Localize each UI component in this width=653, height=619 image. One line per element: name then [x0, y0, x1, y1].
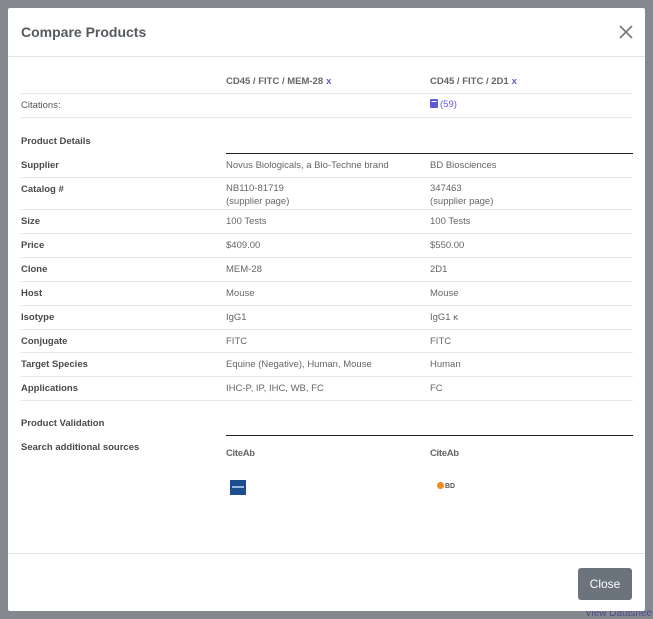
- species-value-1: Equine (Negative), Human, Mouse: [226, 359, 372, 370]
- product-1-name: CD45 / FITC / MEM-28: [226, 76, 324, 87]
- modal-title: Compare Products: [21, 24, 147, 40]
- supplier-row: Supplier Novus Biologicals, a Bio-Techne…: [21, 154, 633, 178]
- isotype-value-1: IgG1: [226, 312, 247, 323]
- bd-logo-link[interactable]: BD: [437, 482, 455, 490]
- row-label: Price: [21, 240, 45, 251]
- catalog-value-1: NB110-81719: [226, 183, 284, 194]
- citations-row: Citations: (59): [21, 94, 633, 118]
- size-value-1: 100 Tests: [226, 216, 267, 227]
- product-1-header: CD45 / FITC / MEM-28 x: [226, 76, 331, 87]
- conjugate-row: Conjugate FITC FITC: [21, 330, 633, 353]
- row-label: Host: [21, 288, 43, 299]
- isotype-value-2: IgG1 κ: [430, 312, 458, 323]
- close-icon[interactable]: [617, 23, 635, 41]
- catalog-row: Catalog # NB110-81719 (supplier page) 34…: [21, 178, 633, 210]
- host-value-1: Mouse: [226, 288, 255, 299]
- section-title-search: Search additional sources: [21, 442, 140, 453]
- isotype-row: Isotype IgG1 IgG1 κ: [21, 306, 633, 330]
- book-icon: [430, 99, 438, 108]
- row-label: Clone: [21, 264, 48, 275]
- row-label: Supplier: [21, 160, 60, 171]
- modal-footer: Close: [8, 553, 645, 611]
- row-label: Catalog #: [21, 184, 64, 195]
- section-title-details: Product Details: [21, 136, 91, 147]
- product-2-name: CD45 / FITC / 2D1: [430, 76, 509, 87]
- price-value-2: $550.00: [430, 240, 465, 251]
- citeab-logo-link-2[interactable]: CiteAb: [430, 448, 459, 459]
- price-row: Price $409.00 $550.00: [21, 234, 633, 258]
- host-row: Host Mouse Mouse: [21, 282, 633, 306]
- compare-products-modal: Compare Products CD45 / FITC / MEM-28 x C…: [8, 8, 645, 611]
- conjugate-value-1: FITC: [226, 336, 248, 347]
- supplier-page-link-2[interactable]: (supplier page): [430, 196, 493, 207]
- supplier-value-2: BD Biosciences: [430, 160, 497, 171]
- close-button[interactable]: Close: [578, 568, 632, 600]
- conjugate-value-2: FITC: [430, 336, 452, 347]
- applications-value-1: IHC-P, IP, IHC, WB, FC: [226, 383, 324, 394]
- modal-header: Compare Products: [8, 8, 645, 57]
- species-value-2: Human: [430, 359, 461, 370]
- applications-row: Applications IHC-P, IP, IHC, WB, FC FC: [21, 377, 633, 401]
- bd-logo-icon: [437, 482, 444, 489]
- row-label: Size: [21, 216, 41, 227]
- product-details-section: Product Details: [21, 118, 633, 154]
- price-value-1: $409.00: [226, 240, 261, 251]
- row-label: Isotype: [21, 312, 55, 323]
- search-sources-row: Search additional sources CiteAb CiteAb …: [21, 436, 633, 516]
- applications-value-2: FC: [430, 383, 443, 394]
- comparison-table: CD45 / FITC / MEM-28 x CD45 / FITC / 2D1 x…: [21, 57, 633, 516]
- citeab-logo-link-1[interactable]: CiteAb: [226, 448, 255, 459]
- clone-value-1: MEM-28: [226, 264, 262, 275]
- section-title-validation: Product Validation: [21, 418, 105, 429]
- novus-logo-link[interactable]: [230, 480, 246, 495]
- clone-row: Clone MEM-28 2D1: [21, 258, 633, 282]
- citations-label: Citations:: [21, 100, 61, 111]
- size-row: Size 100 Tests 100 Tests: [21, 210, 633, 234]
- product-2-header: CD45 / FITC / 2D1 x: [430, 76, 517, 87]
- row-label: Applications: [21, 383, 79, 394]
- row-label: Conjugate: [21, 336, 68, 347]
- remove-product-2-button[interactable]: x: [512, 76, 517, 87]
- row-label: Target Species: [21, 359, 88, 370]
- target-species-row: Target Species Equine (Negative), Human,…: [21, 353, 633, 377]
- product-header-row: CD45 / FITC / MEM-28 x CD45 / FITC / 2D1 x: [21, 57, 633, 94]
- size-value-2: 100 Tests: [430, 216, 471, 227]
- catalog-value-2: 347463: [430, 183, 462, 194]
- supplier-page-link-1[interactable]: (supplier page): [226, 196, 289, 207]
- citation-count: (59): [440, 99, 457, 110]
- remove-product-1-button[interactable]: x: [326, 76, 331, 87]
- product-validation-section: Product Validation: [21, 401, 633, 436]
- clone-value-2: 2D1: [430, 264, 448, 275]
- citations-link[interactable]: (59): [430, 99, 457, 110]
- supplier-value-1: Novus Biologicals, a Bio-Techne brand: [226, 160, 389, 171]
- bd-logo-text: BD: [445, 483, 456, 490]
- host-value-2: Mouse: [430, 288, 459, 299]
